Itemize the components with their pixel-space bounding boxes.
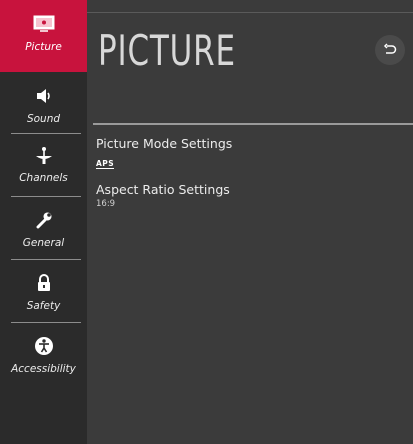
divider (11, 259, 81, 260)
divider (11, 133, 81, 134)
sidebar-item-label: Picture (25, 41, 62, 53)
top-divider (87, 12, 413, 13)
sidebar-item-label: Safety (26, 300, 61, 312)
wrench-icon (35, 210, 53, 230)
back-button[interactable] (375, 35, 405, 65)
page-title: PICTURE (98, 26, 236, 75)
divider (11, 196, 81, 197)
menu-item-title: Picture Mode Settings (96, 136, 233, 151)
sidebar-item-channels[interactable]: Channels (0, 143, 87, 195)
aps-badge: APS (96, 159, 115, 169)
sidebar-item-general[interactable]: General (0, 206, 87, 258)
menu-item-picture-mode[interactable]: Picture Mode Settings APS (96, 136, 232, 170)
lock-icon (37, 273, 51, 293)
speaker-icon (35, 86, 53, 106)
back-arrow-icon (383, 43, 397, 57)
sidebar-item-safety[interactable]: Safety (0, 269, 87, 321)
menu-item-aspect-ratio[interactable]: Aspect Ratio Settings 16:9 (96, 182, 230, 209)
section-divider (93, 123, 413, 125)
sidebar-item-label: Accessibility (11, 363, 76, 375)
sidebar-item-accessibility[interactable]: Accessibility (0, 332, 87, 384)
menu-item-title: Aspect Ratio Settings (96, 182, 230, 197)
sidebar-item-picture[interactable]: Picture (0, 0, 87, 72)
menu-item-value: 16:9 (96, 199, 116, 209)
antenna-icon (34, 145, 54, 165)
sidebar-item-label: Sound (26, 113, 61, 125)
sidebar-item-label: General (22, 237, 65, 249)
sidebar-item-label: Channels (19, 172, 68, 184)
accessibility-icon (34, 336, 54, 356)
picture-icon (33, 14, 55, 34)
sidebar-item-sound[interactable]: Sound (0, 82, 87, 134)
divider (11, 322, 81, 323)
sidebar: Picture Sound Channels General Safety Ac… (0, 0, 87, 444)
